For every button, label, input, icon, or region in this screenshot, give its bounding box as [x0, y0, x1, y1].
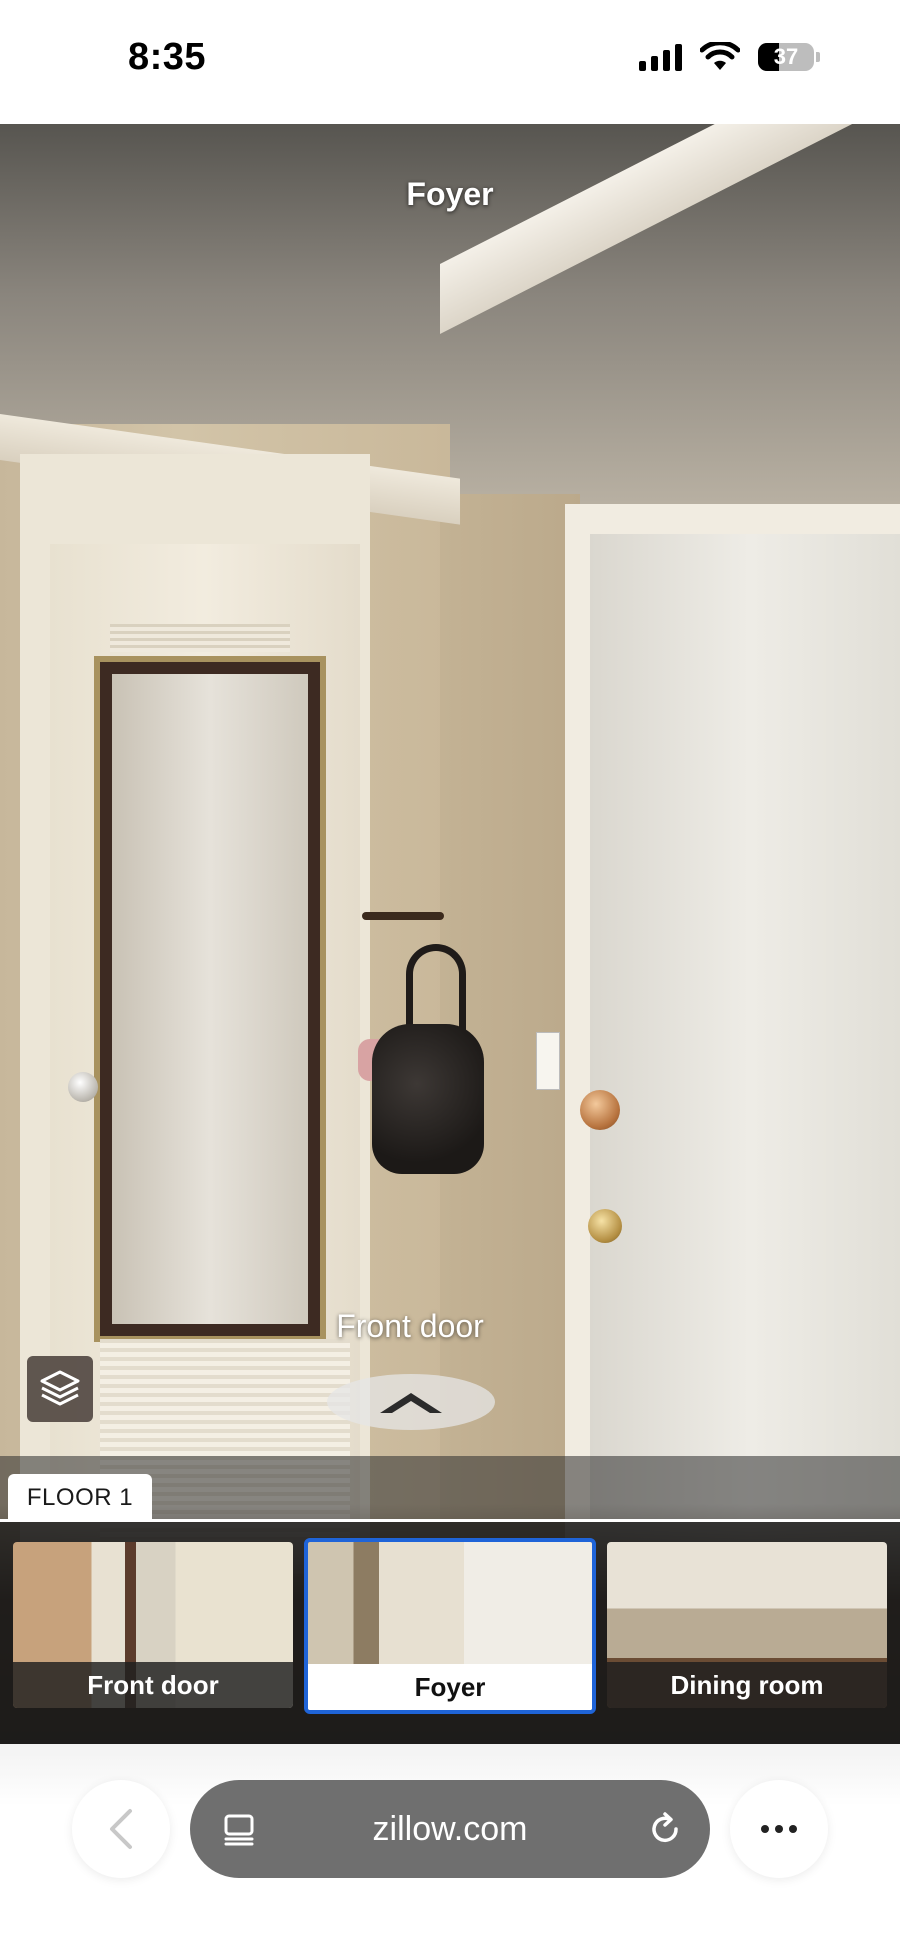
room-thumbnail-strip[interactable]: Front door Foyer Dining room [0, 1522, 900, 1744]
battery-cap [816, 52, 820, 62]
status-time: 8:35 [128, 36, 207, 78]
address-bar[interactable]: zillow.com [190, 1780, 710, 1878]
scene-door-latch [536, 1032, 560, 1090]
room-title: Foyer [406, 176, 494, 212]
scene-handbag [372, 1024, 484, 1174]
scene-door-louver [110, 624, 290, 652]
battery-level: 37 [773, 44, 799, 69]
layers-icon [40, 1370, 80, 1406]
scene-hook-rail [362, 912, 444, 920]
chevron-left-icon [110, 1809, 132, 1849]
status-icons: 37 [639, 42, 820, 72]
layers-button[interactable] [27, 1356, 93, 1422]
more-options-button[interactable] [730, 1780, 828, 1878]
more-horizontal-icon [758, 1825, 800, 1833]
thumbnail-label: Front door [13, 1662, 293, 1708]
room-thumbnail-front-door[interactable]: Front door [13, 1542, 293, 1708]
url-text[interactable]: zillow.com [190, 1810, 710, 1849]
floor-tab[interactable]: FLOOR 1 [8, 1474, 152, 1522]
scene-mirror [94, 656, 326, 1342]
thumbnail-label: Dining room [607, 1662, 887, 1708]
thumbnail-label: Foyer [308, 1664, 592, 1710]
room-thumbnail-foyer[interactable]: Foyer [304, 1538, 596, 1714]
wifi-icon [700, 42, 740, 70]
battery-icon: 37 [758, 43, 814, 71]
hotspot-label[interactable]: Front door [310, 1308, 510, 1345]
scene-deadbolt [580, 1090, 620, 1130]
scene-closet-knob [68, 1072, 98, 1102]
room-thumbnail-dining-room[interactable]: Dining room [607, 1542, 887, 1708]
scene-entry-knob [588, 1209, 622, 1243]
reload-icon[interactable] [646, 1810, 684, 1848]
status-bar: 8:35 37 [0, 0, 900, 124]
browser-toolbar: zillow.com [0, 1744, 900, 1950]
signal-icon [639, 43, 682, 71]
chevron-up-icon [380, 1393, 442, 1413]
hotspot-navigate-button[interactable] [327, 1374, 495, 1430]
back-button[interactable] [72, 1780, 170, 1878]
